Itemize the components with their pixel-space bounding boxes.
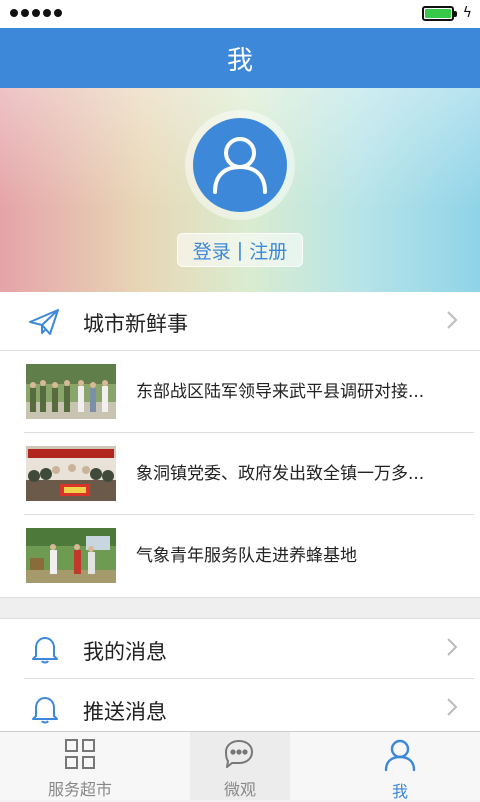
chevron-right-icon xyxy=(446,697,458,721)
news-item[interactable]: 东部战区陆军领导来武平县调研对接... xyxy=(0,351,480,433)
news-thumbnail xyxy=(26,446,116,501)
bell-icon xyxy=(30,634,60,668)
push-messages-label: 推送消息 xyxy=(83,700,167,724)
news-item[interactable]: 象洞镇党委、政府发出致全镇一万多... xyxy=(0,433,480,515)
my-messages-row[interactable]: 我的消息 xyxy=(0,619,480,679)
section-divider xyxy=(0,597,480,619)
tab-label: 我 xyxy=(391,782,408,801)
signal-strength-icon xyxy=(10,9,62,17)
news-item[interactable]: 气象青年服务队走进养蜂基地 xyxy=(0,515,480,597)
avatar[interactable] xyxy=(185,110,295,220)
profile-banner: 登录 | 注册 xyxy=(0,88,480,292)
messages-section: 我的消息 推送消息 xyxy=(0,619,480,731)
chevron-right-icon xyxy=(446,637,458,661)
push-messages-row[interactable]: 推送消息 xyxy=(0,679,480,739)
page-title: 我 xyxy=(0,28,480,88)
tab-service-market[interactable]: 服务超市 xyxy=(0,732,160,800)
bell-icon xyxy=(30,694,60,728)
login-register-button[interactable]: 登录 | 注册 xyxy=(177,233,303,267)
city-news-section: 城市新鲜事 东部战区陆军领导来武平县调研对接... 象洞镇党委、政府发出致全镇一… xyxy=(0,292,480,597)
login-link[interactable]: 登录 xyxy=(193,237,231,264)
chat-bubble-icon xyxy=(222,738,258,774)
separator: | xyxy=(236,239,244,261)
news-thumbnail xyxy=(26,364,116,419)
bottom-tab-bar: 服务超市 微观 我 xyxy=(0,731,480,801)
news-thumbnail xyxy=(26,528,116,583)
paper-plane-icon xyxy=(28,308,60,340)
city-news-label: 城市新鲜事 xyxy=(83,312,188,336)
tab-micro-view[interactable]: 微观 xyxy=(190,732,290,800)
news-title: 气象青年服务队走进养蜂基地 xyxy=(136,546,357,566)
news-title: 东部战区陆军领导来武平县调研对接... xyxy=(136,382,425,402)
user-icon xyxy=(193,118,287,212)
status-bar: ϟ xyxy=(0,0,480,28)
user-icon xyxy=(383,738,417,776)
tab-me[interactable]: 我 xyxy=(350,732,450,801)
my-messages-label: 我的消息 xyxy=(83,640,167,664)
chevron-right-icon xyxy=(446,310,458,334)
tab-label: 微观 xyxy=(223,780,256,799)
charging-icon: ϟ xyxy=(462,5,472,21)
city-news-header[interactable]: 城市新鲜事 xyxy=(0,292,480,351)
tab-label: 服务超市 xyxy=(47,780,112,799)
news-title: 象洞镇党委、政府发出致全镇一万多... xyxy=(136,464,425,484)
grid-icon xyxy=(64,738,96,774)
battery-icon xyxy=(422,6,457,21)
register-link[interactable]: 注册 xyxy=(249,237,287,264)
